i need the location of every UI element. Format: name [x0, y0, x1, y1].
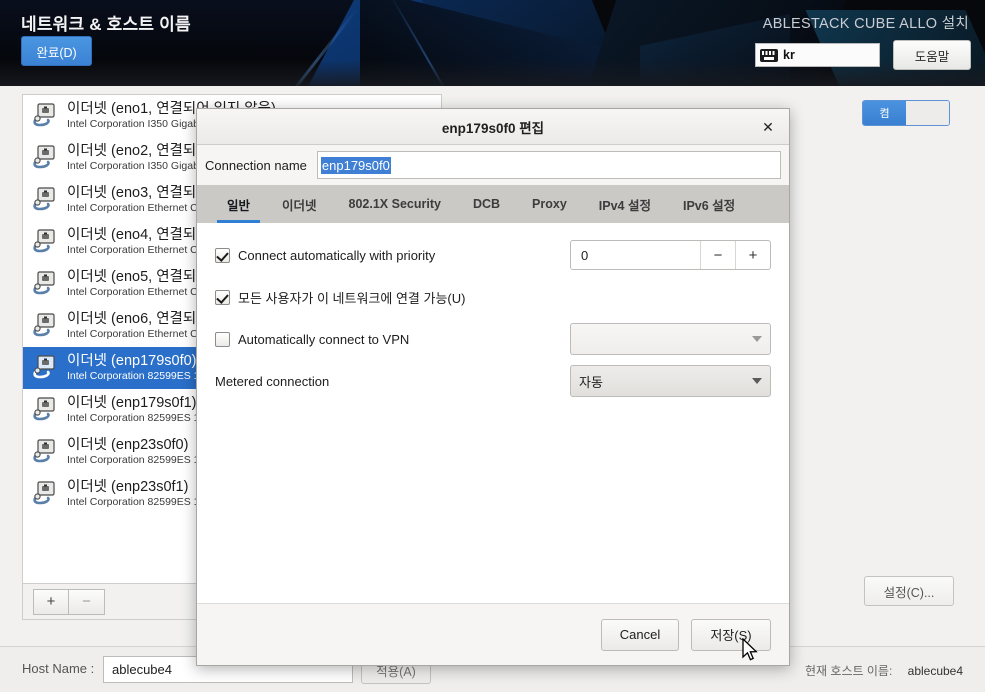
- ethernet-icon: [29, 101, 59, 131]
- connect-automatically-label: Connect automatically with priority: [238, 247, 436, 263]
- ethernet-icon: [29, 269, 59, 299]
- ethernet-icon: [29, 143, 59, 173]
- ethernet-icon: [29, 185, 59, 215]
- remove-connection-button[interactable]: −: [69, 588, 105, 615]
- current-host-name-value: ablecube4: [907, 664, 964, 678]
- priority-increment-button[interactable]: +: [735, 241, 770, 269]
- dialog-title: enp179s0f0 편집: [441, 120, 545, 136]
- ethernet-icon: [29, 353, 59, 383]
- vpn-checkbox[interactable]: [215, 331, 230, 347]
- priority-stepper[interactable]: 0 − +: [570, 240, 771, 270]
- cancel-button[interactable]: Cancel: [601, 618, 679, 651]
- add-connection-button[interactable]: +: [33, 588, 69, 615]
- metered-select[interactable]: 자동: [570, 365, 771, 397]
- chevron-down-icon: [752, 378, 762, 384]
- help-button[interactable]: 도움말: [893, 40, 971, 70]
- connection-name-label: Connection name: [205, 157, 307, 173]
- interface-on-off-toggle[interactable]: 켬: [862, 100, 950, 126]
- toggle-off-track: [906, 101, 949, 125]
- vpn-select[interactable]: [570, 323, 771, 355]
- ethernet-icon: [29, 227, 59, 257]
- all-users-label: 모든 사용자가 이 네트워크에 연결 가능(U): [238, 290, 466, 306]
- connection-name-row: Connection name enp179s0f0: [197, 145, 789, 185]
- installer-window: 네트워크 & 호스트 이름 완료(D) ABLESTACK CUBE ALLO …: [0, 0, 985, 692]
- vpn-label: Automatically connect to VPN: [238, 331, 410, 347]
- keyboard-layout-indicator[interactable]: kr: [755, 43, 880, 67]
- all-users-row: 모든 사용자가 이 네트워크에 연결 가능(U): [215, 283, 771, 311]
- metered-select-value: 자동: [579, 374, 603, 390]
- top-banner: 네트워크 & 호스트 이름 완료(D) ABLESTACK CUBE ALLO …: [0, 0, 985, 86]
- dialog-tab-content-general: Connect automatically with priority 0 − …: [197, 223, 789, 603]
- host-name-label: Host Name :: [22, 661, 95, 676]
- tab-1[interactable]: 일반: [211, 185, 266, 223]
- connection-name-value: enp179s0f0: [320, 156, 391, 174]
- tab-3[interactable]: 802.1X Security: [333, 185, 457, 223]
- all-users-checkbox[interactable]: [215, 289, 230, 305]
- ethernet-icon: [29, 395, 59, 425]
- metered-row: Metered connection 자동: [215, 365, 771, 397]
- priority-value: 0: [581, 247, 589, 263]
- current-host-name-label: 현재 호스트 이름:: [805, 664, 893, 678]
- tab-2[interactable]: 이더넷: [266, 185, 333, 223]
- configure-button[interactable]: 설정(C)...: [864, 576, 954, 606]
- tab-7[interactable]: IPv6 설정: [667, 185, 751, 223]
- connection-name-input[interactable]: enp179s0f0: [316, 151, 781, 179]
- ethernet-icon: [29, 479, 59, 509]
- priority-decrement-button[interactable]: −: [700, 241, 735, 269]
- done-button[interactable]: 완료(D): [21, 36, 92, 66]
- tab-4[interactable]: DCB: [457, 185, 516, 223]
- vpn-row: Automatically connect to VPN: [215, 323, 771, 355]
- dialog-tab-bar: 일반 이더넷 802.1X Security DCB Proxy IPv4 설정 IPv6 …: [197, 185, 789, 223]
- tab-6[interactable]: IPv4 설정: [583, 185, 667, 223]
- page-title: 네트워크 & 호스트 이름: [21, 15, 191, 34]
- product-title: ABLESTACK CUBE ALLO 설치: [762, 16, 969, 32]
- tab-5[interactable]: Proxy: [516, 185, 583, 223]
- connect-automatically-row: Connect automatically with priority 0 − …: [215, 240, 771, 270]
- connect-automatically-checkbox[interactable]: [215, 247, 230, 263]
- dialog-footer: Cancel 저장(S): [197, 603, 789, 665]
- current-host-name: 현재 호스트 이름: ablecube4: [805, 662, 963, 679]
- keyboard-icon: [760, 48, 778, 62]
- ethernet-icon: [29, 311, 59, 341]
- close-icon[interactable]: ✕: [759, 118, 777, 136]
- chevron-down-icon: [752, 336, 762, 342]
- metered-label: Metered connection: [215, 373, 330, 389]
- dialog-titlebar: enp179s0f0 편집 ✕: [197, 109, 789, 145]
- toggle-on-label: 켬: [863, 101, 906, 125]
- edit-connection-dialog: enp179s0f0 편집 ✕ Connection name enp179s0…: [196, 108, 790, 666]
- save-button[interactable]: 저장(S): [691, 618, 771, 651]
- keyboard-layout-label: kr: [783, 48, 795, 62]
- ethernet-icon: [29, 437, 59, 467]
